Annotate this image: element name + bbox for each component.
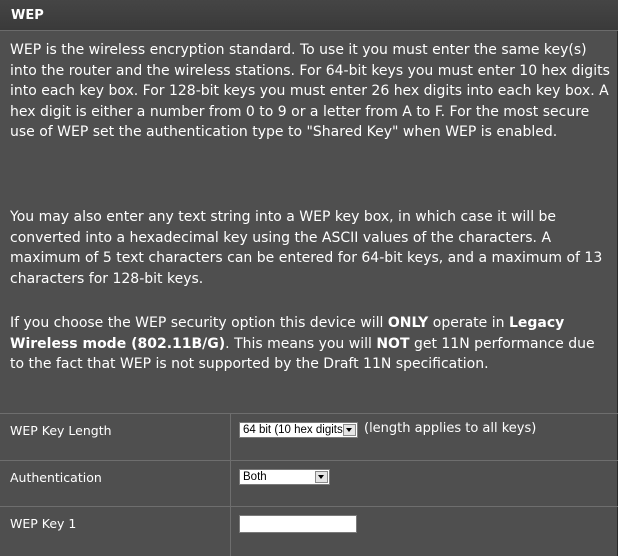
key-length-note: (length applies to all keys) [364, 421, 537, 436]
section-header: WEP [0, 0, 618, 31]
description-paragraph-2: You may also enter any text string into … [10, 209, 603, 287]
authentication-label: Authentication [10, 470, 102, 485]
authentication-value: Both [243, 471, 267, 483]
description-paragraph-3: If you choose the WEP security option th… [10, 313, 610, 375]
wep-key-1-label: WEP Key 1 [10, 516, 77, 531]
authentication-select[interactable]: Both [239, 469, 330, 485]
wep-key-length-row: WEP Key Length 64 bit (10 hex digits) (l… [0, 413, 618, 460]
wep-key-length-label: WEP Key Length [10, 423, 112, 438]
dropdown-arrow-icon[interactable] [315, 471, 328, 483]
section-title: WEP [11, 8, 44, 23]
wep-key-1-row: WEP Key 1 [0, 506, 618, 556]
p3-bold-only: ONLY [387, 315, 429, 331]
p3-text-3: . This means you will [225, 335, 377, 352]
p3-text-2: operate in [428, 315, 509, 331]
row-divider [230, 414, 231, 460]
wep-key-length-value: 64 bit (10 hex digits) [243, 424, 347, 436]
wep-panel: WEP WEP is the wireless encryption stand… [0, 0, 618, 556]
description-paragraph-1: WEP is the wireless encryption standard.… [10, 42, 610, 140]
dropdown-arrow-icon[interactable] [343, 424, 356, 436]
row-divider [230, 507, 231, 556]
wep-key-length-select[interactable]: 64 bit (10 hex digits) [239, 422, 358, 438]
row-divider [230, 461, 231, 506]
wep-key-1-input[interactable] [239, 515, 357, 533]
authentication-row: Authentication Both [0, 460, 618, 506]
p3-text-1: If you choose the WEP security option th… [10, 315, 388, 331]
p3-bold-not: NOT [376, 335, 410, 352]
